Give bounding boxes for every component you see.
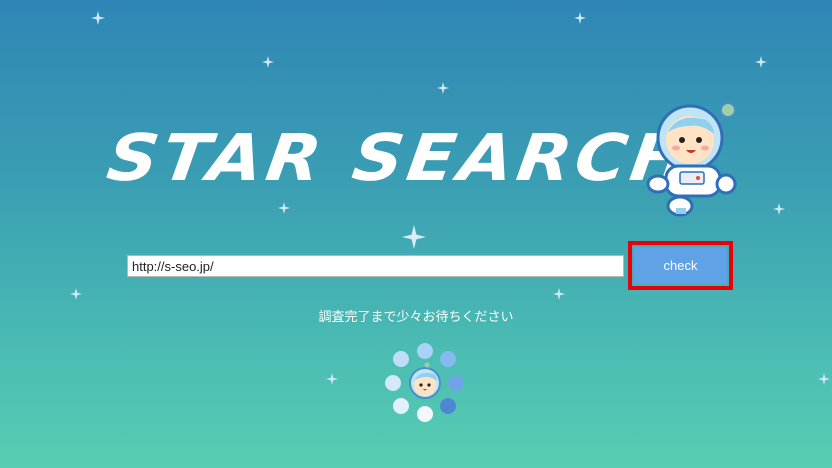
sparkle-star-icon — [278, 202, 290, 214]
sparkle-star-icon — [91, 11, 105, 25]
loading-spinner-icon — [385, 343, 464, 422]
sparkle-star-icon — [402, 225, 426, 249]
sparkle-star-icon — [326, 373, 338, 385]
url-input[interactable] — [127, 255, 624, 277]
site-logo: STAR SEARCH — [102, 120, 699, 196]
astronaut-mascot-icon — [646, 102, 737, 217]
sparkle-star-icon — [553, 288, 565, 300]
sparkle-star-icon — [818, 373, 830, 385]
check-button[interactable]: check — [634, 247, 727, 284]
sparkle-star-icon — [262, 56, 274, 68]
sparkle-star-icon — [437, 82, 449, 94]
sparkle-star-icon — [773, 203, 785, 215]
sparkle-star-icon — [574, 12, 586, 24]
sparkle-star-icon — [70, 288, 82, 300]
loading-message: 調査完了まで少々お待ちください — [318, 310, 514, 325]
sparkle-star-icon — [755, 56, 767, 68]
